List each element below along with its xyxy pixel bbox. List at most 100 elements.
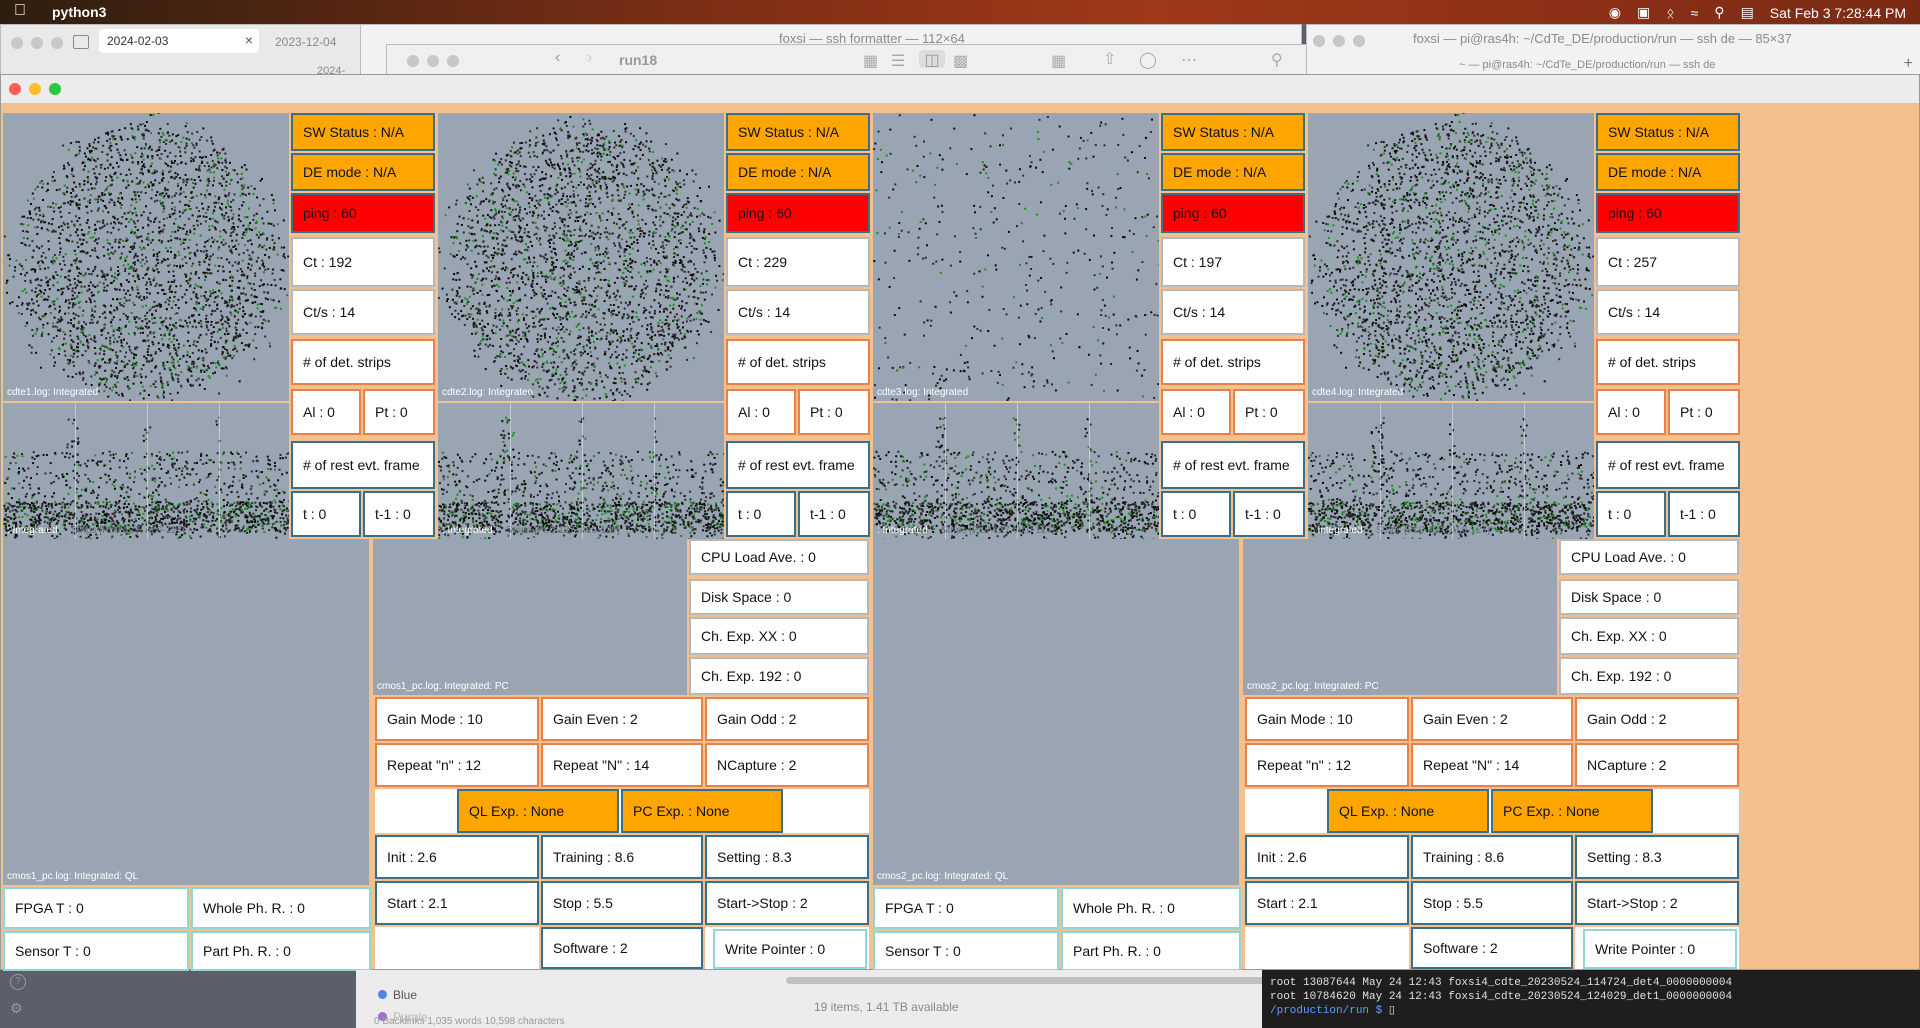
setting-field[interactable]: Setting : 8.3 (1575, 835, 1739, 879)
repeat-N-field[interactable]: Repeat "N" : 14 (541, 743, 703, 787)
pc-exp-field[interactable]: PC Exp. : None (621, 789, 783, 833)
sw-status-field[interactable]: SW Status : N/A (1596, 113, 1740, 151)
minimize-button[interactable] (29, 83, 41, 95)
t-field[interactable]: t : 0 (1161, 491, 1231, 537)
forward-icon[interactable]: › (587, 49, 592, 67)
sensor-temp-field[interactable]: Sensor T : 0 (873, 931, 1059, 971)
de-mode-field[interactable]: DE mode : N/A (726, 153, 870, 191)
t-field[interactable]: t : 0 (291, 491, 361, 537)
tab-2023-12-04[interactable]: 2023-12-04 (275, 35, 336, 49)
ql-exp-field[interactable]: QL Exp. : None (1327, 789, 1489, 833)
count-rate-field[interactable]: Ct/s : 14 (726, 289, 870, 335)
pt-field[interactable]: Pt : 0 (1668, 389, 1740, 435)
icon-view-icon[interactable]: ▦ (863, 51, 878, 71)
app-name[interactable]: python3 (52, 4, 106, 20)
al-field[interactable]: Al : 0 (726, 389, 796, 435)
setting-field[interactable]: Setting : 8.3 (705, 835, 869, 879)
cpu-load-field[interactable]: CPU Load Ave. : 0 (1559, 539, 1739, 575)
ql-exp-field[interactable]: QL Exp. : None (457, 789, 619, 833)
start-field[interactable]: Start : 2.1 (375, 881, 539, 925)
gain-even-field[interactable]: Gain Even : 2 (541, 697, 703, 741)
ch-exp-192-field[interactable]: Ch. Exp. 192 : 0 (1559, 657, 1739, 695)
screen-record-icon[interactable]: ◉ (1609, 4, 1621, 21)
fpga-temp-field[interactable]: FPGA T : 0 (3, 887, 189, 929)
finder-scrollbar[interactable] (786, 977, 1276, 984)
count-field[interactable]: Ct : 229 (726, 237, 870, 287)
training-field[interactable]: Training : 8.6 (541, 835, 703, 879)
init-field[interactable]: Init : 2.6 (1245, 835, 1409, 879)
det-strips-field[interactable]: # of det. strips (726, 339, 870, 385)
ping-field[interactable]: ping : 60 (1161, 193, 1305, 233)
start-stop-field[interactable]: Start->Stop : 2 (1575, 881, 1739, 925)
tab-2024-02-03[interactable]: 2024-02-03 × (99, 29, 259, 53)
zoom-button[interactable] (49, 83, 61, 95)
help-icon[interactable]: ? (10, 974, 26, 990)
t-minus-1-field[interactable]: t-1 : 0 (363, 491, 435, 537)
repeat-N-field[interactable]: Repeat "N" : 14 (1411, 743, 1573, 787)
count-rate-field[interactable]: Ct/s : 14 (1596, 289, 1740, 335)
rest-evt-frame-field[interactable]: # of rest evt. frame (1596, 441, 1740, 489)
control-center-icon[interactable]: ▤ (1741, 4, 1754, 21)
wifi-icon[interactable]: ≈ (1691, 5, 1699, 21)
close-icon[interactable]: × (245, 32, 253, 48)
count-rate-field[interactable]: Ct/s : 14 (291, 289, 435, 335)
t-field[interactable]: t : 0 (726, 491, 796, 537)
menubar-clock[interactable]: Sat Feb 3 7:28:44 PM (1770, 5, 1906, 21)
ping-field[interactable]: ping : 60 (291, 193, 435, 233)
software-field[interactable]: Software : 2 (541, 927, 703, 969)
count-field[interactable]: Ct : 192 (291, 237, 435, 287)
rest-evt-frame-field[interactable]: # of rest evt. frame (1161, 441, 1305, 489)
gear-icon[interactable]: ⚙ (10, 1000, 23, 1017)
ncapture-field[interactable]: NCapture : 2 (705, 743, 869, 787)
part-ph-r-field[interactable]: Part Ph. R. : 0 (1061, 931, 1241, 971)
start-field[interactable]: Start : 2.1 (1245, 881, 1409, 925)
display-icon[interactable]: ▣ (1637, 4, 1650, 21)
count-field[interactable]: Ct : 197 (1161, 237, 1305, 287)
software-field[interactable]: Software : 2 (1411, 927, 1573, 969)
gallery-view-icon[interactable]: ▩ (953, 51, 968, 71)
det-strips-field[interactable]: # of det. strips (1161, 339, 1305, 385)
al-field[interactable]: Al : 0 (1596, 389, 1666, 435)
de-mode-field[interactable]: DE mode : N/A (291, 153, 435, 191)
pt-field[interactable]: Pt : 0 (363, 389, 435, 435)
al-field[interactable]: Al : 0 (1161, 389, 1231, 435)
gain-odd-field[interactable]: Gain Odd : 2 (705, 697, 869, 741)
det-strips-field[interactable]: # of det. strips (1596, 339, 1740, 385)
part-ph-r-field[interactable]: Part Ph. R. : 0 (191, 931, 371, 971)
ch-exp-xx-field[interactable]: Ch. Exp. XX : 0 (689, 617, 869, 655)
ping-field[interactable]: ping : 60 (1596, 193, 1740, 233)
back-icon[interactable]: ‹ (555, 49, 560, 67)
stop-field[interactable]: Stop : 5.5 (1411, 881, 1573, 925)
rest-evt-frame-field[interactable]: # of rest evt. frame (726, 441, 870, 489)
repeat-n-field[interactable]: Repeat "n" : 12 (1245, 743, 1409, 787)
ch-exp-xx-field[interactable]: Ch. Exp. XX : 0 (1559, 617, 1739, 655)
ch-exp-192-field[interactable]: Ch. Exp. 192 : 0 (689, 657, 869, 695)
cpu-load-field[interactable]: CPU Load Ave. : 0 (689, 539, 869, 575)
sidebar-toggle-icon[interactable] (73, 35, 89, 49)
repeat-n-field[interactable]: Repeat "n" : 12 (375, 743, 539, 787)
pt-field[interactable]: Pt : 0 (798, 389, 870, 435)
t-field[interactable]: t : 0 (1596, 491, 1666, 537)
write-pointer-field[interactable]: Write Pointer : 0 (1583, 929, 1737, 969)
de-mode-field[interactable]: DE mode : N/A (1161, 153, 1305, 191)
rest-evt-frame-field[interactable]: # of rest evt. frame (291, 441, 435, 489)
more-icon[interactable]: ⋯ (1181, 50, 1197, 70)
sensor-temp-field[interactable]: Sensor T : 0 (3, 931, 189, 971)
count-field[interactable]: Ct : 257 (1596, 237, 1740, 287)
gain-odd-field[interactable]: Gain Odd : 2 (1575, 697, 1739, 741)
t-minus-1-field[interactable]: t-1 : 0 (798, 491, 870, 537)
det-strips-field[interactable]: # of det. strips (291, 339, 435, 385)
column-view-icon[interactable]: ◫ (919, 50, 945, 69)
gain-even-field[interactable]: Gain Even : 2 (1411, 697, 1573, 741)
new-tab-icon[interactable]: + (1904, 55, 1913, 73)
sidebar-item-blue[interactable]: Blue (378, 988, 417, 1002)
whole-ph-r-field[interactable]: Whole Ph. R. : 0 (1061, 887, 1241, 929)
gain-mode-field[interactable]: Gain Mode : 10 (1245, 697, 1409, 741)
close-button[interactable] (9, 83, 21, 95)
search-icon[interactable]: ⚲ (1714, 4, 1724, 21)
start-stop-field[interactable]: Start->Stop : 2 (705, 881, 869, 925)
t-minus-1-field[interactable]: t-1 : 0 (1233, 491, 1305, 537)
sw-status-field[interactable]: SW Status : N/A (291, 113, 435, 151)
list-view-icon[interactable]: ☰ (891, 51, 905, 71)
stop-field[interactable]: Stop : 5.5 (541, 881, 703, 925)
